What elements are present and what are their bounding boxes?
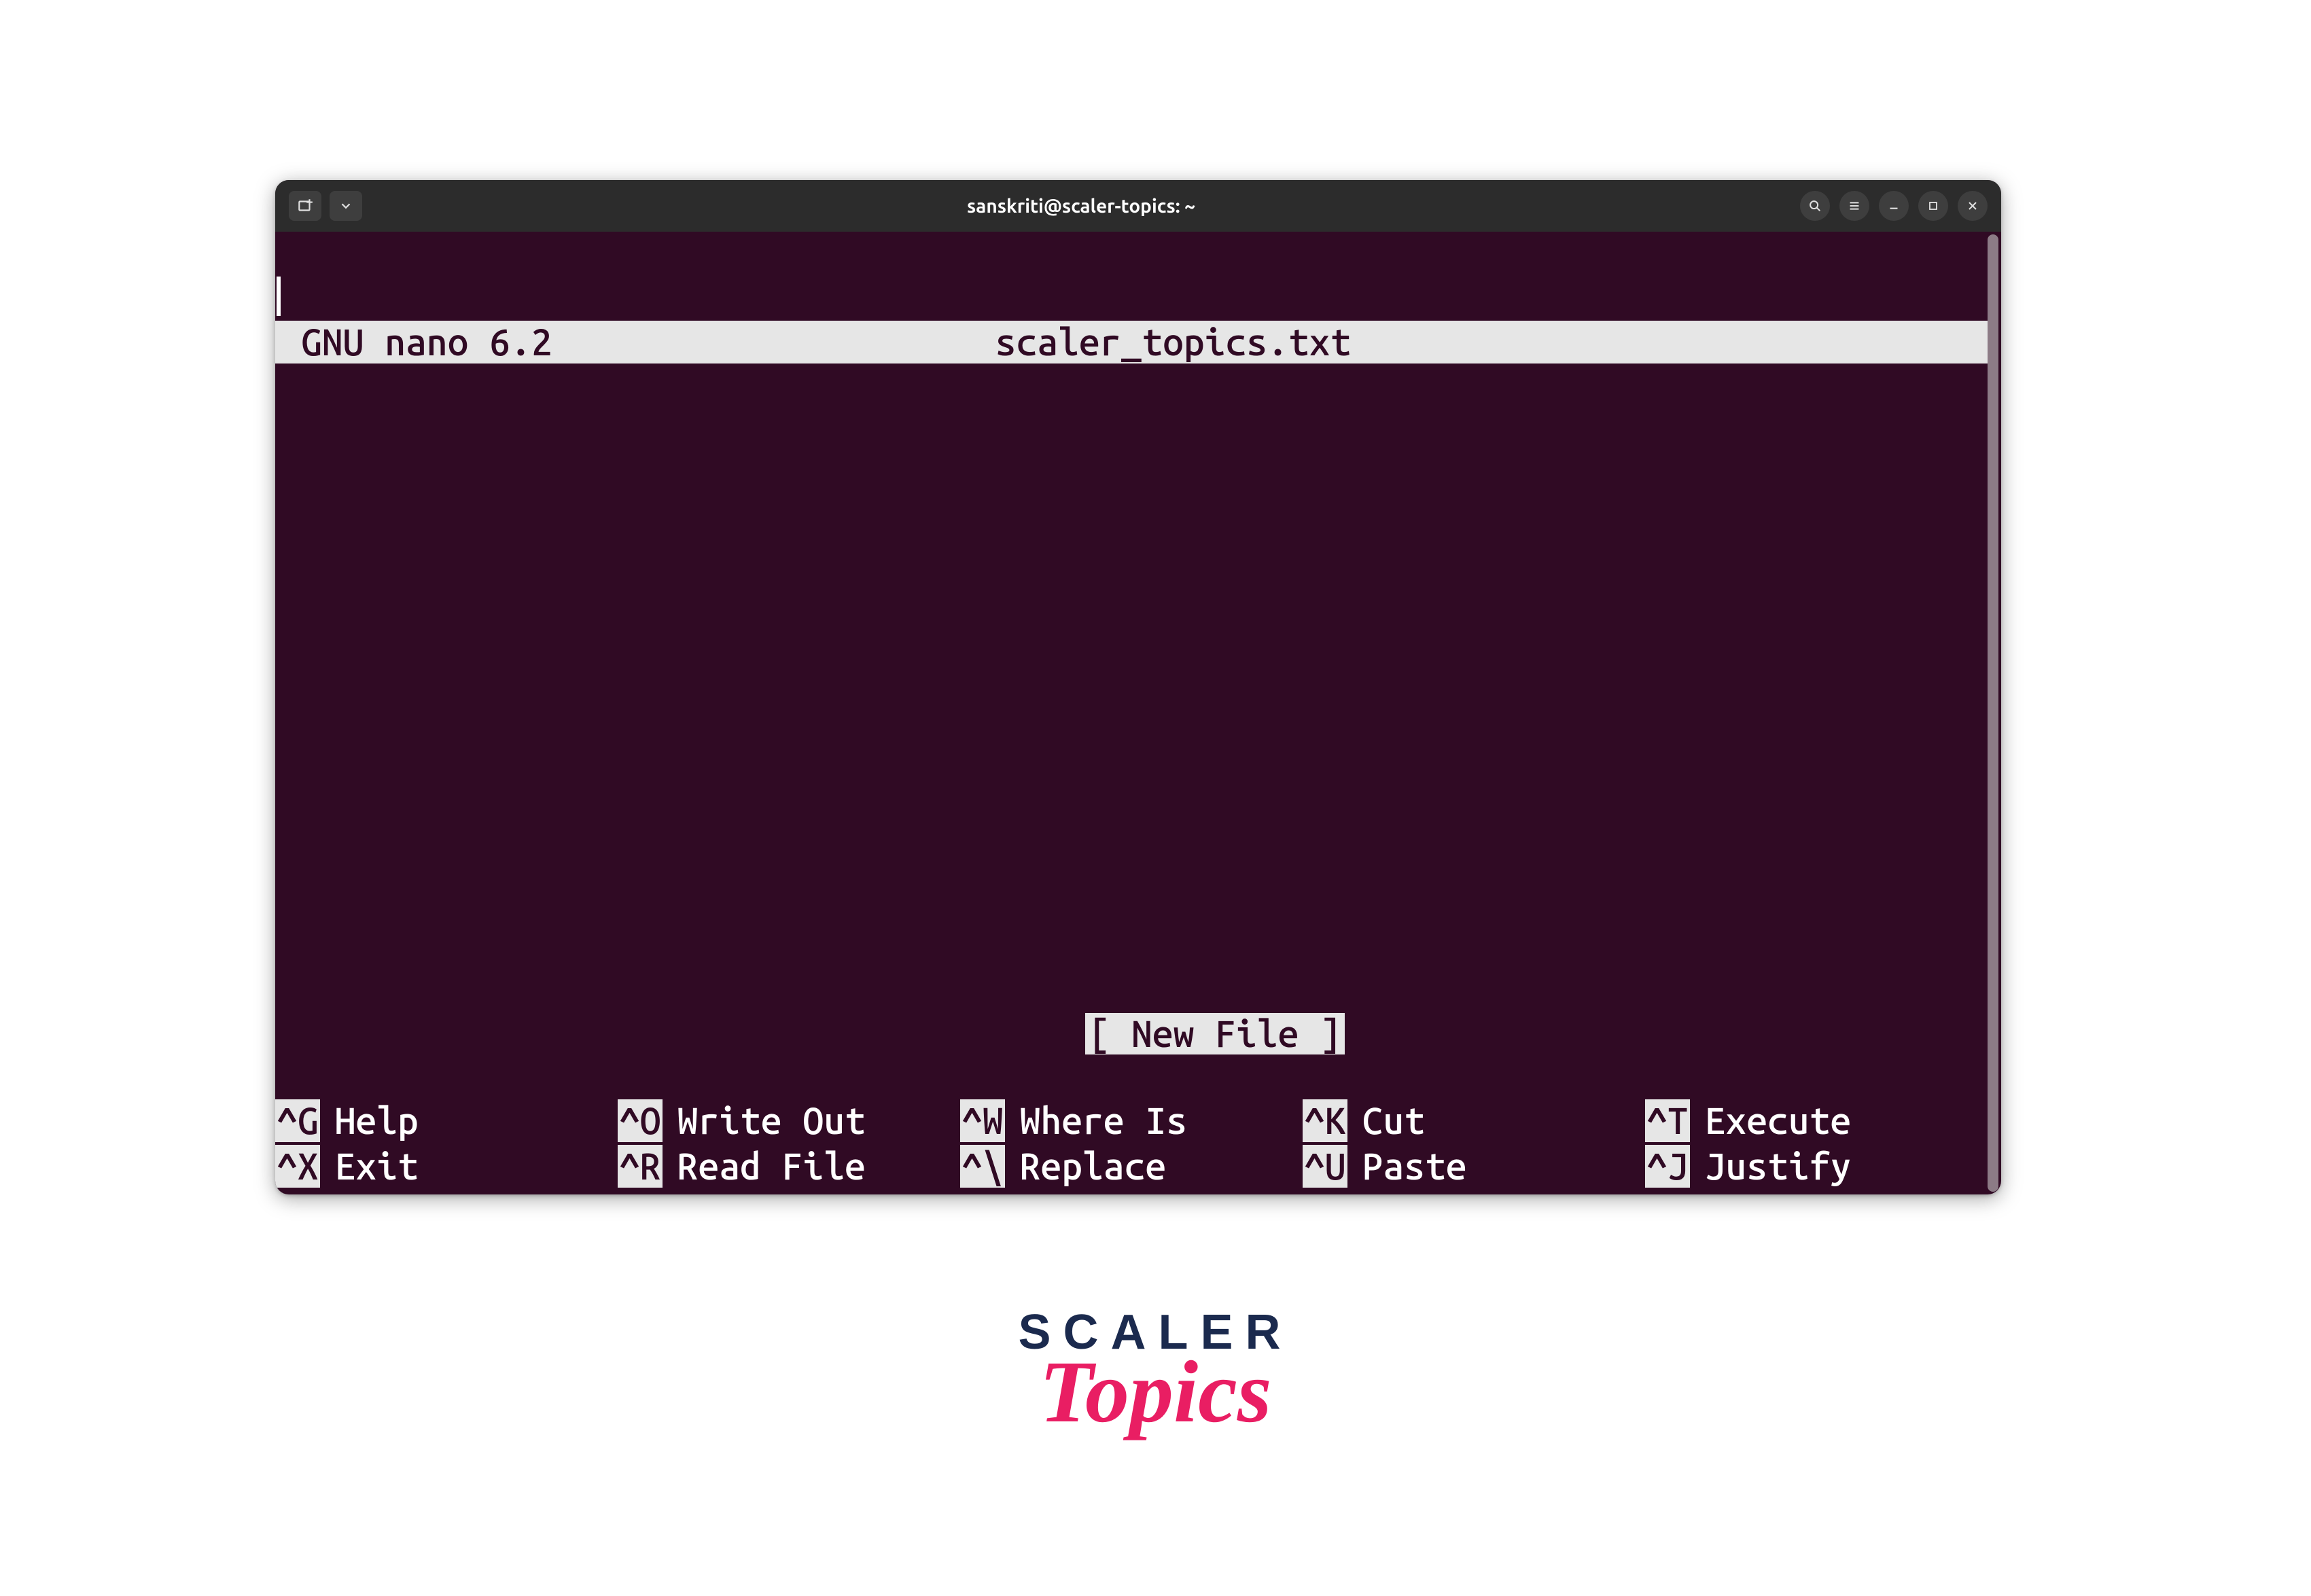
- shortcut-key: ^\: [960, 1145, 1005, 1188]
- shortcut-key: ^O: [618, 1099, 663, 1142]
- shortcut-key: ^J: [1645, 1145, 1690, 1188]
- shortcut-label: Justify: [1690, 1145, 1852, 1188]
- terminal-scrollbar[interactable]: [1988, 234, 1998, 1192]
- shortcut-exit: ^XExit: [275, 1145, 618, 1188]
- titlebar-left-controls: [289, 191, 362, 221]
- shortcut-key: ^W: [960, 1099, 1005, 1142]
- search-icon: [1807, 198, 1822, 213]
- shortcut-key: ^R: [618, 1145, 663, 1188]
- maximize-icon: [1926, 199, 1940, 213]
- scrollbar-thumb[interactable]: [1988, 234, 1998, 1192]
- maximize-button[interactable]: [1918, 191, 1948, 221]
- shortcut-justify: ^JJustify: [1645, 1145, 1988, 1188]
- shortcut-label: Cut: [1347, 1099, 1425, 1142]
- shortcut-execute: ^TExecute: [1645, 1099, 1988, 1142]
- tab-dropdown-button[interactable]: [330, 191, 362, 221]
- shortcut-key: ^T: [1645, 1099, 1690, 1142]
- shortcut-label: Write Out: [663, 1099, 866, 1142]
- terminal-window: sanskriti@scaler-topics: ~ GNU nano 6.2: [275, 180, 2001, 1194]
- chevron-down-icon: [338, 198, 353, 213]
- close-icon: [1966, 199, 1979, 213]
- shortcut-cut: ^KCut: [1303, 1099, 1645, 1142]
- shortcut-paste: ^UPaste: [1303, 1145, 1645, 1188]
- shortcut-key: ^K: [1303, 1099, 1347, 1142]
- shortcut-label: Help: [320, 1099, 419, 1142]
- shortcut-label: Exit: [320, 1145, 419, 1188]
- shortcut-key: ^G: [275, 1099, 320, 1142]
- shortcut-label: Where Is: [1005, 1099, 1187, 1142]
- minimize-button[interactable]: [1879, 191, 1909, 221]
- terminal-content[interactable]: GNU nano 6.2 scaler_topics.txt [ New Fil…: [275, 232, 1988, 1194]
- terminal-body: GNU nano 6.2 scaler_topics.txt [ New Fil…: [275, 232, 2001, 1194]
- nano-shortcuts: ^GHelp ^XExit ^OWrite Out ^RRead File ^W…: [275, 1099, 1988, 1188]
- window-title: sanskriti@scaler-topics: ~: [362, 196, 1800, 217]
- shortcut-readfile: ^RRead File: [618, 1145, 960, 1188]
- shortcut-replace: ^\Replace: [960, 1145, 1303, 1188]
- brand-watermark: SCALER Topics: [0, 1305, 2311, 1443]
- text-cursor: [277, 277, 281, 316]
- shortcut-key: ^X: [275, 1145, 320, 1188]
- shortcut-label: Replace: [1005, 1145, 1167, 1188]
- shortcut-help: ^GHelp: [275, 1099, 618, 1142]
- shortcut-key: ^U: [1303, 1145, 1347, 1188]
- window-titlebar: sanskriti@scaler-topics: ~: [275, 180, 2001, 232]
- titlebar-right-controls: [1800, 191, 1988, 221]
- shortcut-whereis: ^WWhere Is: [960, 1099, 1303, 1142]
- brand-line2: Topics: [0, 1341, 2311, 1443]
- nano-status-line: [ New File ]: [275, 969, 1988, 1098]
- nano-status-badge: [ New File ]: [1085, 1013, 1345, 1054]
- nano-editor-area[interactable]: [275, 275, 1988, 1038]
- hamburger-icon: [1847, 198, 1862, 213]
- shortcut-writeout: ^OWrite Out: [618, 1099, 960, 1142]
- new-tab-button[interactable]: [289, 191, 321, 221]
- shortcut-label: Paste: [1347, 1145, 1467, 1188]
- shortcut-label: Read File: [663, 1145, 866, 1188]
- shortcut-label: Execute: [1690, 1099, 1852, 1142]
- menu-button[interactable]: [1839, 191, 1869, 221]
- search-button[interactable]: [1800, 191, 1830, 221]
- new-tab-icon: [296, 197, 314, 215]
- close-button[interactable]: [1958, 191, 1988, 221]
- minimize-icon: [1886, 198, 1901, 213]
